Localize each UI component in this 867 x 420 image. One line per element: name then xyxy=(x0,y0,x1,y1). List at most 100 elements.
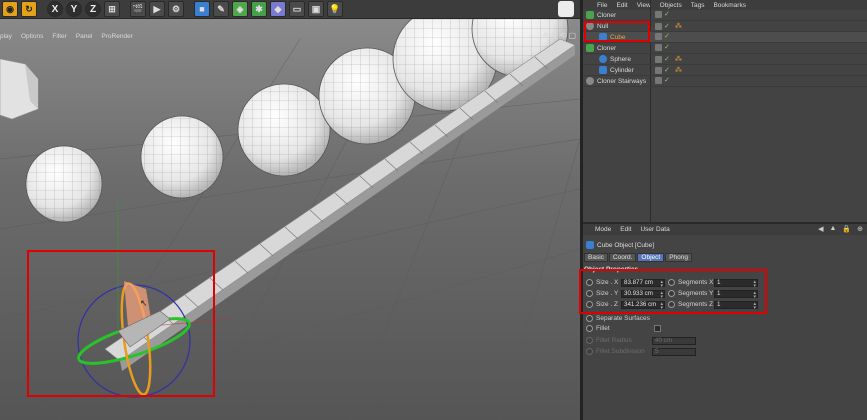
cloner-icon[interactable]: ✱ xyxy=(251,1,267,17)
tree-item-cloner-1[interactable]: Cloner ✓ xyxy=(583,10,867,21)
tab-coord[interactable]: Coord. xyxy=(608,253,637,262)
am-menu-edit[interactable]: Edit xyxy=(620,226,631,233)
fillet-radius-field[interactable]: 40 cm xyxy=(652,336,696,345)
tag-icon[interactable]: ⁂ xyxy=(675,55,682,63)
light-icon[interactable]: 💡 xyxy=(327,1,343,17)
live-selection-icon[interactable]: ◉ xyxy=(2,1,18,17)
animation-key-icon[interactable] xyxy=(586,315,593,322)
pen-spline-icon[interactable]: ✎ xyxy=(213,1,229,17)
om-menu-edit[interactable]: Edit xyxy=(616,2,627,9)
segments-y-field[interactable]: 1 ▴ ▾ xyxy=(714,289,758,299)
cube-icon xyxy=(586,241,594,249)
segments-y-label: Segments Y xyxy=(678,290,714,297)
segments-z-field[interactable]: 1 ▴ ▾ xyxy=(714,300,758,310)
om-menu-objects[interactable]: Objects xyxy=(660,2,682,9)
layout-icon[interactable] xyxy=(558,1,574,17)
z-axis-lock-icon[interactable]: Z xyxy=(85,1,101,17)
tag-icon[interactable]: ⁂ xyxy=(675,66,682,74)
visibility-flags[interactable]: ✓ xyxy=(655,33,670,40)
viewport-menu-prorender[interactable]: ProRender xyxy=(101,33,132,40)
render-settings-icon[interactable]: ⚙ xyxy=(168,1,184,17)
size-x-row: Size . X 83.877 cm ▴ ▾ xyxy=(586,278,665,288)
cube-primitive-icon[interactable]: ■ xyxy=(194,1,210,17)
fillet-subdivision-field[interactable]: 5 xyxy=(652,347,696,356)
tree-item-cloner-stairways[interactable]: Cloner Stairways ✓ xyxy=(583,76,867,87)
animation-key-icon[interactable] xyxy=(668,290,675,297)
sphere-clones[interactable] xyxy=(25,19,569,223)
om-menu-bookmarks[interactable]: Bookmarks xyxy=(713,2,746,9)
am-menu-user-data[interactable]: User Data xyxy=(640,226,669,233)
tag-icon[interactable]: ⁂ xyxy=(675,22,682,30)
viewport-menu-filter[interactable]: Filter xyxy=(52,33,66,40)
visibility-flags[interactable]: ✓ ⁂ xyxy=(655,55,682,63)
render-view-icon[interactable]: 🎬 xyxy=(130,1,146,17)
up-arrow-icon[interactable]: ▲ xyxy=(829,225,836,233)
tab-object[interactable]: Object xyxy=(637,253,665,262)
om-menu-view[interactable]: View xyxy=(637,2,651,9)
om-menu-file[interactable]: File xyxy=(597,2,607,9)
x-axis-lock-icon[interactable]: X xyxy=(47,1,63,17)
animation-key-icon[interactable] xyxy=(586,279,593,286)
animation-key-icon[interactable] xyxy=(586,301,593,308)
visibility-flags[interactable]: ✓ ⁂ xyxy=(655,22,682,30)
viewport-menu-panel[interactable]: Panel xyxy=(76,33,93,40)
tree-item-sphere[interactable]: Sphere ✓ ⁂ xyxy=(583,54,867,65)
tree-item-label: Cloner xyxy=(597,11,617,19)
visibility-flags[interactable]: ✓ xyxy=(655,11,670,18)
rotate-tool-icon[interactable]: ↻ xyxy=(21,1,37,17)
new-manager-icon[interactable]: ⊕ xyxy=(857,225,863,233)
3d-viewport[interactable]: ↖ play Options Filter Panel ProRender ✥ … xyxy=(0,19,580,420)
viewport-scene: ↖ xyxy=(0,19,580,420)
tree-item-cylinder[interactable]: Cylinder ✓ ⁂ xyxy=(583,65,867,76)
am-menu-mode[interactable]: Mode xyxy=(595,226,611,233)
viewport-menu-options[interactable]: Options xyxy=(21,33,43,40)
animation-key-icon[interactable] xyxy=(668,301,675,308)
coordinate-system-icon[interactable]: ⊞ xyxy=(104,1,120,17)
om-menu-tags[interactable]: Tags xyxy=(691,2,705,9)
tree-item-cube[interactable]: Cube ✓ xyxy=(583,32,867,43)
viewport-nav-icons: ✥ ⇅ ⟲ ▢ xyxy=(542,31,576,40)
cube-object[interactable] xyxy=(0,58,39,120)
y-axis-lock-icon[interactable]: Y xyxy=(66,1,82,17)
camera-icon[interactable]: ▣ xyxy=(308,1,324,17)
visibility-flags[interactable]: ✓ ⁂ xyxy=(655,66,682,74)
zoom-icon[interactable]: ⇅ xyxy=(551,31,558,40)
viewport-menu-play[interactable]: play xyxy=(0,33,12,40)
animation-key-icon[interactable] xyxy=(586,348,593,355)
attribute-manager-menu: Mode Edit User Data ◀ ▲ 🔒 ⊕ xyxy=(583,224,867,235)
subdivision-surface-icon[interactable]: ◈ xyxy=(232,1,248,17)
cylinder-icon xyxy=(599,66,607,74)
fillet-radius-row: Fillet Radius 40 cm xyxy=(586,336,696,345)
size-y-label: Size . Y xyxy=(596,290,619,297)
tree-item-label: Null xyxy=(597,22,609,30)
tree-item-null[interactable]: Null ✓ ⁂ xyxy=(583,21,867,32)
animation-key-icon[interactable] xyxy=(586,325,593,332)
animation-key-icon[interactable] xyxy=(586,337,593,344)
object-manager-menu: File Edit View Objects Tags Bookmarks xyxy=(583,0,867,10)
segments-x-label: Segments X xyxy=(678,279,714,286)
fillet-subdivision-label: Fillet Subdivision xyxy=(596,348,645,355)
animation-key-icon[interactable] xyxy=(586,290,593,297)
size-z-field[interactable]: 341.236 cm ▴ ▾ xyxy=(621,300,665,310)
back-arrow-icon[interactable]: ◀ xyxy=(818,225,823,233)
tab-phong[interactable]: Phong xyxy=(665,253,693,262)
floor-icon[interactable]: ▭ xyxy=(289,1,305,17)
segments-x-field[interactable]: 1 ▴ ▾ xyxy=(714,278,758,288)
animation-key-icon[interactable] xyxy=(668,279,675,286)
section-heading: Object Properties xyxy=(584,266,639,273)
object-title-text: Cube Object [Cube] xyxy=(597,241,655,249)
visibility-flags[interactable]: ✓ xyxy=(655,44,670,51)
maximize-icon[interactable]: ▢ xyxy=(568,31,576,40)
visibility-flags[interactable]: ✓ xyxy=(655,77,670,84)
size-y-field[interactable]: 30.933 cm ▴ ▾ xyxy=(621,289,665,299)
lock-icon[interactable]: 🔒 xyxy=(842,225,851,233)
tree-item-cloner-2[interactable]: Cloner ✓ xyxy=(583,43,867,54)
orbit-icon[interactable]: ⟲ xyxy=(560,31,567,40)
deformer-icon[interactable]: ◆ xyxy=(270,1,286,17)
fillet-checkbox[interactable] xyxy=(654,325,661,332)
pan-icon[interactable]: ✥ xyxy=(542,31,549,40)
tab-basic[interactable]: Basic xyxy=(584,253,608,262)
size-x-field[interactable]: 83.877 cm ▴ ▾ xyxy=(621,278,665,288)
fillet-radius-label: Fillet Radius xyxy=(596,337,632,344)
render-picture-viewer-icon[interactable]: ▶ xyxy=(149,1,165,17)
